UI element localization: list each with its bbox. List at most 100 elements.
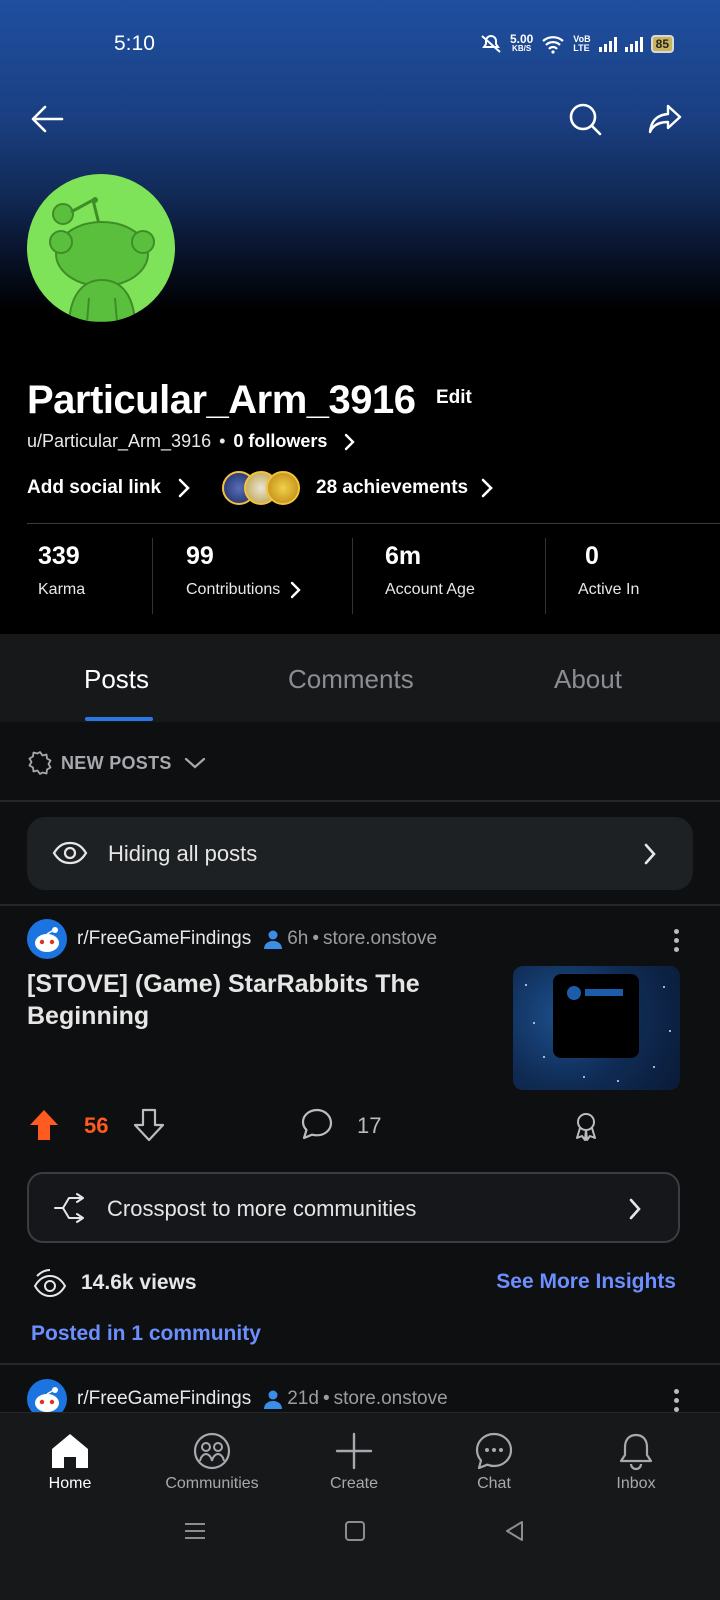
plus-icon [335, 1432, 373, 1470]
see-more-insights-link[interactable]: See More Insights [496, 1270, 676, 1294]
post-header: r/FreeGameFindings 6h • store.onstove [27, 919, 437, 959]
downvote-icon[interactable] [133, 1108, 165, 1142]
tab-comments[interactable]: Comments [288, 664, 414, 695]
views-eye-icon [33, 1269, 67, 1298]
stat-value: 339 [38, 542, 80, 570]
nav-inbox[interactable]: Inbox [576, 1427, 696, 1493]
post-age: 21d [287, 1388, 319, 1409]
avatar[interactable] [27, 174, 175, 322]
system-recents-button[interactable] [180, 1516, 210, 1546]
post-score: 56 [84, 1113, 109, 1138]
achievement-badge-icon [266, 471, 300, 505]
nav-home[interactable]: Home [10, 1427, 130, 1493]
add-social-link-button[interactable]: Add social link [27, 477, 191, 499]
system-home-button[interactable] [340, 1516, 370, 1546]
chevron-right-icon [644, 843, 656, 865]
profile-stats: 339 Karma 99 Contributions 6m Account Ag… [0, 538, 720, 614]
hiding-posts-label: Hiding all posts [108, 841, 258, 866]
bottom-navigation: Home Communities Create Chat Inbox [0, 1412, 720, 1600]
nav-communities[interactable]: Communities [152, 1427, 272, 1493]
profile-tabs: Posts Comments About [0, 634, 720, 722]
divider [152, 538, 153, 614]
subreddit-link[interactable]: r/FreeGameFindings [77, 928, 251, 950]
achievements-button[interactable]: 28 achievements [222, 471, 494, 505]
profile-handle: u/Particular_Arm_3916 [27, 431, 212, 451]
upvote-icon[interactable] [28, 1108, 60, 1142]
posted-in-communities-link[interactable]: Posted in 1 community [31, 1322, 261, 1346]
status-time: 5:10 [114, 32, 155, 55]
nav-home-label: Home [48, 1475, 92, 1492]
back-button[interactable] [24, 96, 70, 142]
status-icons: 5.00 KB/S VoB LTE 85 [480, 33, 674, 54]
divider [0, 1363, 720, 1365]
battery-indicator: 85 [650, 35, 674, 53]
thumbnail-image-icon [553, 974, 639, 1058]
share-icon [648, 104, 682, 134]
award-icon[interactable] [572, 1110, 600, 1142]
status-bar: 5:10 5.00 KB/S VoB LTE 85 [0, 30, 720, 60]
post-domain: store.onstove [333, 1388, 448, 1409]
separator-dot: • [219, 431, 226, 451]
nav-create[interactable]: Create [294, 1427, 414, 1493]
tab-about[interactable]: About [554, 664, 622, 695]
chevron-right-icon [481, 478, 493, 498]
sort-label: NEW POSTS [61, 752, 172, 773]
post-thumbnail[interactable] [513, 966, 680, 1090]
edit-profile-button[interactable]: Edit [430, 383, 478, 413]
hiding-posts-banner[interactable]: Hiding all posts [27, 817, 693, 890]
search-button[interactable] [562, 96, 608, 142]
system-back-button[interactable] [500, 1516, 530, 1546]
communities-icon [193, 1432, 231, 1470]
nav-inbox-label: Inbox [616, 1475, 656, 1492]
post-overflow-menu-icon[interactable] [674, 929, 680, 956]
square-icon [345, 1521, 365, 1541]
crosspost-button[interactable]: Crosspost to more communities [27, 1172, 680, 1243]
network-type: VoB LTE [573, 34, 591, 53]
snoo-avatar-icon [49, 197, 155, 322]
arrow-left-icon [31, 105, 64, 133]
crosspost-label: Crosspost to more communities [107, 1196, 417, 1221]
tab-posts[interactable]: Posts [84, 664, 149, 695]
chevron-right-icon [291, 581, 301, 599]
share-button[interactable] [642, 96, 688, 142]
stat-value: 99 [186, 542, 214, 570]
post-actions: 56 17 [0, 1100, 720, 1150]
nav-create-label: Create [329, 1475, 379, 1492]
signal-icon-2 [624, 36, 643, 52]
subreddit-link[interactable]: r/FreeGameFindings [77, 1388, 251, 1410]
stat-contributions[interactable]: 99 Contributions [186, 538, 302, 614]
comment-icon[interactable] [300, 1108, 334, 1140]
triangle-back-icon [506, 1521, 523, 1541]
new-sort-icon [28, 751, 52, 775]
add-social-link-label: Add social link [27, 477, 162, 498]
stat-label: Active In [578, 581, 640, 598]
separator-dot: • [322, 1388, 330, 1409]
stat-label: Contributions [186, 581, 281, 598]
bell-icon [619, 1433, 653, 1471]
home-icon [52, 1434, 88, 1468]
post-title[interactable]: [STOVE] (Game) StarRabbits The Beginning [27, 968, 467, 1032]
stat-active-in: 0 Active In [578, 538, 639, 614]
stat-karma: 339 Karma [38, 538, 85, 614]
profile-handle-row: u/Particular_Arm_3916 • 0 followers [27, 431, 357, 452]
system-navigation-bar [0, 1510, 720, 1554]
views-count: 14.6k views [81, 1271, 197, 1294]
separator-dot: • [312, 928, 320, 949]
divider [27, 523, 720, 524]
sort-dropdown[interactable]: NEW POSTS [27, 750, 206, 776]
comment-count: 17 [357, 1113, 382, 1138]
nav-chat[interactable]: Chat [434, 1427, 554, 1493]
divider [0, 904, 720, 906]
divider [352, 538, 353, 614]
subreddit-avatar-icon[interactable] [27, 919, 67, 959]
post-age: 6h [287, 928, 309, 949]
menu-lines-icon [185, 1523, 205, 1539]
nav-communities-label: Communities [165, 1475, 259, 1492]
profile-display-name: Particular_Arm_3916 [27, 378, 416, 422]
eye-icon [52, 841, 88, 865]
chat-icon [475, 1432, 513, 1470]
chevron-right-icon [345, 433, 356, 450]
stat-label: Karma [38, 581, 86, 598]
followers-link[interactable]: 0 followers [233, 431, 327, 452]
stat-value: 6m [385, 542, 422, 570]
